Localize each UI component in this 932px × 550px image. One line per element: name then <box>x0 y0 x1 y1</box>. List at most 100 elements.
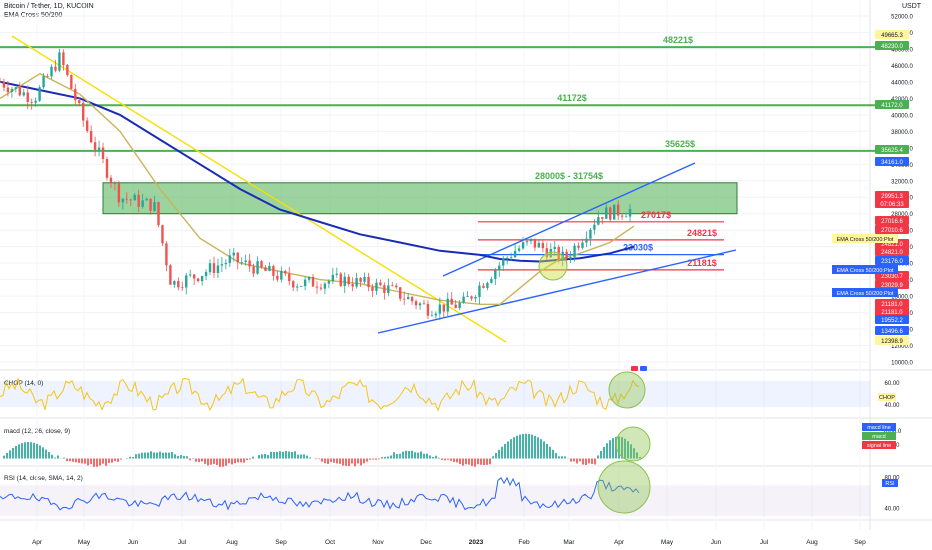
macd-bar <box>120 458 122 460</box>
candle-body <box>525 241 529 243</box>
macd-bar <box>459 458 461 465</box>
candle-body <box>97 147 101 150</box>
macd-bar <box>516 435 518 459</box>
macd-bar <box>447 458 449 460</box>
macd-bar <box>417 452 419 459</box>
rsi-band <box>0 485 870 516</box>
candle-body <box>228 255 232 263</box>
macd-bar <box>213 458 215 464</box>
candle-body <box>418 303 422 306</box>
candle-body <box>529 238 533 242</box>
macd-bar <box>453 458 455 463</box>
macd-bar <box>102 458 104 464</box>
candle-body <box>438 304 442 314</box>
macd-bar <box>198 458 200 463</box>
candle-body <box>117 183 121 203</box>
macd-bar <box>381 457 383 459</box>
candle-body <box>38 87 41 101</box>
x-tick-label: Sep <box>854 539 866 546</box>
candle-body <box>498 265 501 271</box>
candle-body <box>101 147 105 159</box>
macd-bar <box>612 438 614 459</box>
macd-bar <box>543 441 545 459</box>
candle-body <box>494 270 497 280</box>
macd-bar <box>513 437 515 459</box>
candle-body <box>192 274 196 279</box>
x-tick-label: 2023 <box>469 539 484 546</box>
candle-body <box>628 209 632 217</box>
price-tag-text: 23176.0 <box>881 259 903 265</box>
y-tick-label: 52000.0 <box>891 15 913 21</box>
macd-bar <box>540 439 542 459</box>
candle-body <box>18 87 22 96</box>
candle-body <box>165 243 168 266</box>
macd-bar <box>237 458 239 463</box>
price-tag-text: 41172.0 <box>881 103 903 109</box>
macd-bar <box>168 452 170 459</box>
candle-body <box>74 88 77 101</box>
candle-body <box>82 102 85 121</box>
macd-bar <box>309 457 311 459</box>
macd-bar <box>132 457 134 459</box>
candle-body <box>375 282 378 291</box>
chart-canvas[interactable]: Bitcoin / Tether, 1D, KUCOIN EMA Cross 5… <box>0 0 932 550</box>
macd-bar <box>315 458 317 460</box>
x-tick-label: Jul <box>178 539 187 546</box>
macd-bar <box>105 458 107 466</box>
candle-body <box>315 286 319 288</box>
candle-body <box>181 287 184 289</box>
macd-bar <box>225 458 227 466</box>
macd-bar <box>72 458 74 462</box>
macd-bar <box>9 450 11 459</box>
price-level-label: 27017$ <box>641 210 671 220</box>
y-tick-label: 32000.0 <box>891 179 913 185</box>
event-flag-icon <box>631 366 638 371</box>
macd-bar <box>327 458 329 464</box>
candle-body <box>482 285 485 288</box>
x-tick-label: Jun <box>711 539 722 546</box>
candle-body <box>577 245 580 248</box>
macd-bar <box>207 458 209 466</box>
macd-bar <box>549 446 551 459</box>
macd-bar <box>54 457 56 459</box>
price-chart-svg[interactable]: 52000.050000.048000.046000.044000.042000… <box>0 0 932 550</box>
price-tag-text: 35625.4 <box>881 148 903 154</box>
candle-body <box>189 274 192 276</box>
macd-bar <box>156 452 158 459</box>
macd-bar <box>36 443 38 459</box>
macd-bar <box>297 454 299 459</box>
candle-body <box>169 265 172 285</box>
macd-bar <box>420 451 422 459</box>
macd-bar <box>522 433 524 459</box>
macd-bar <box>345 458 347 466</box>
macd-bar <box>66 458 68 462</box>
macd-bar <box>21 443 23 459</box>
macd-bar <box>324 458 326 464</box>
zone-label: 28000$ - 31754$ <box>535 171 603 181</box>
candle-body <box>161 225 164 244</box>
candle-body <box>414 301 418 306</box>
candle-body <box>157 202 160 226</box>
macd-bar <box>222 458 224 467</box>
chop-y-tick: 60.00 <box>884 381 900 387</box>
macd-bar <box>558 456 560 459</box>
macd-bar <box>276 451 278 459</box>
macd-bar <box>186 456 188 459</box>
macd-bar <box>231 458 233 465</box>
macd-bar <box>594 458 596 465</box>
candle-body <box>22 92 25 96</box>
candle-body <box>513 250 517 258</box>
candle-body <box>256 261 259 274</box>
macd-bar <box>174 454 176 459</box>
candle-body <box>383 285 386 293</box>
candle-body <box>569 257 572 259</box>
candle-body <box>509 257 513 258</box>
x-tick-label: Jun <box>128 539 139 546</box>
macd-bar <box>318 458 320 460</box>
macd-bar <box>141 452 143 459</box>
macd-bar <box>111 458 113 463</box>
candle-body <box>612 204 616 220</box>
candle-body <box>399 287 402 299</box>
candle-body <box>327 281 331 284</box>
macd-legend-text: macd line <box>867 425 891 431</box>
